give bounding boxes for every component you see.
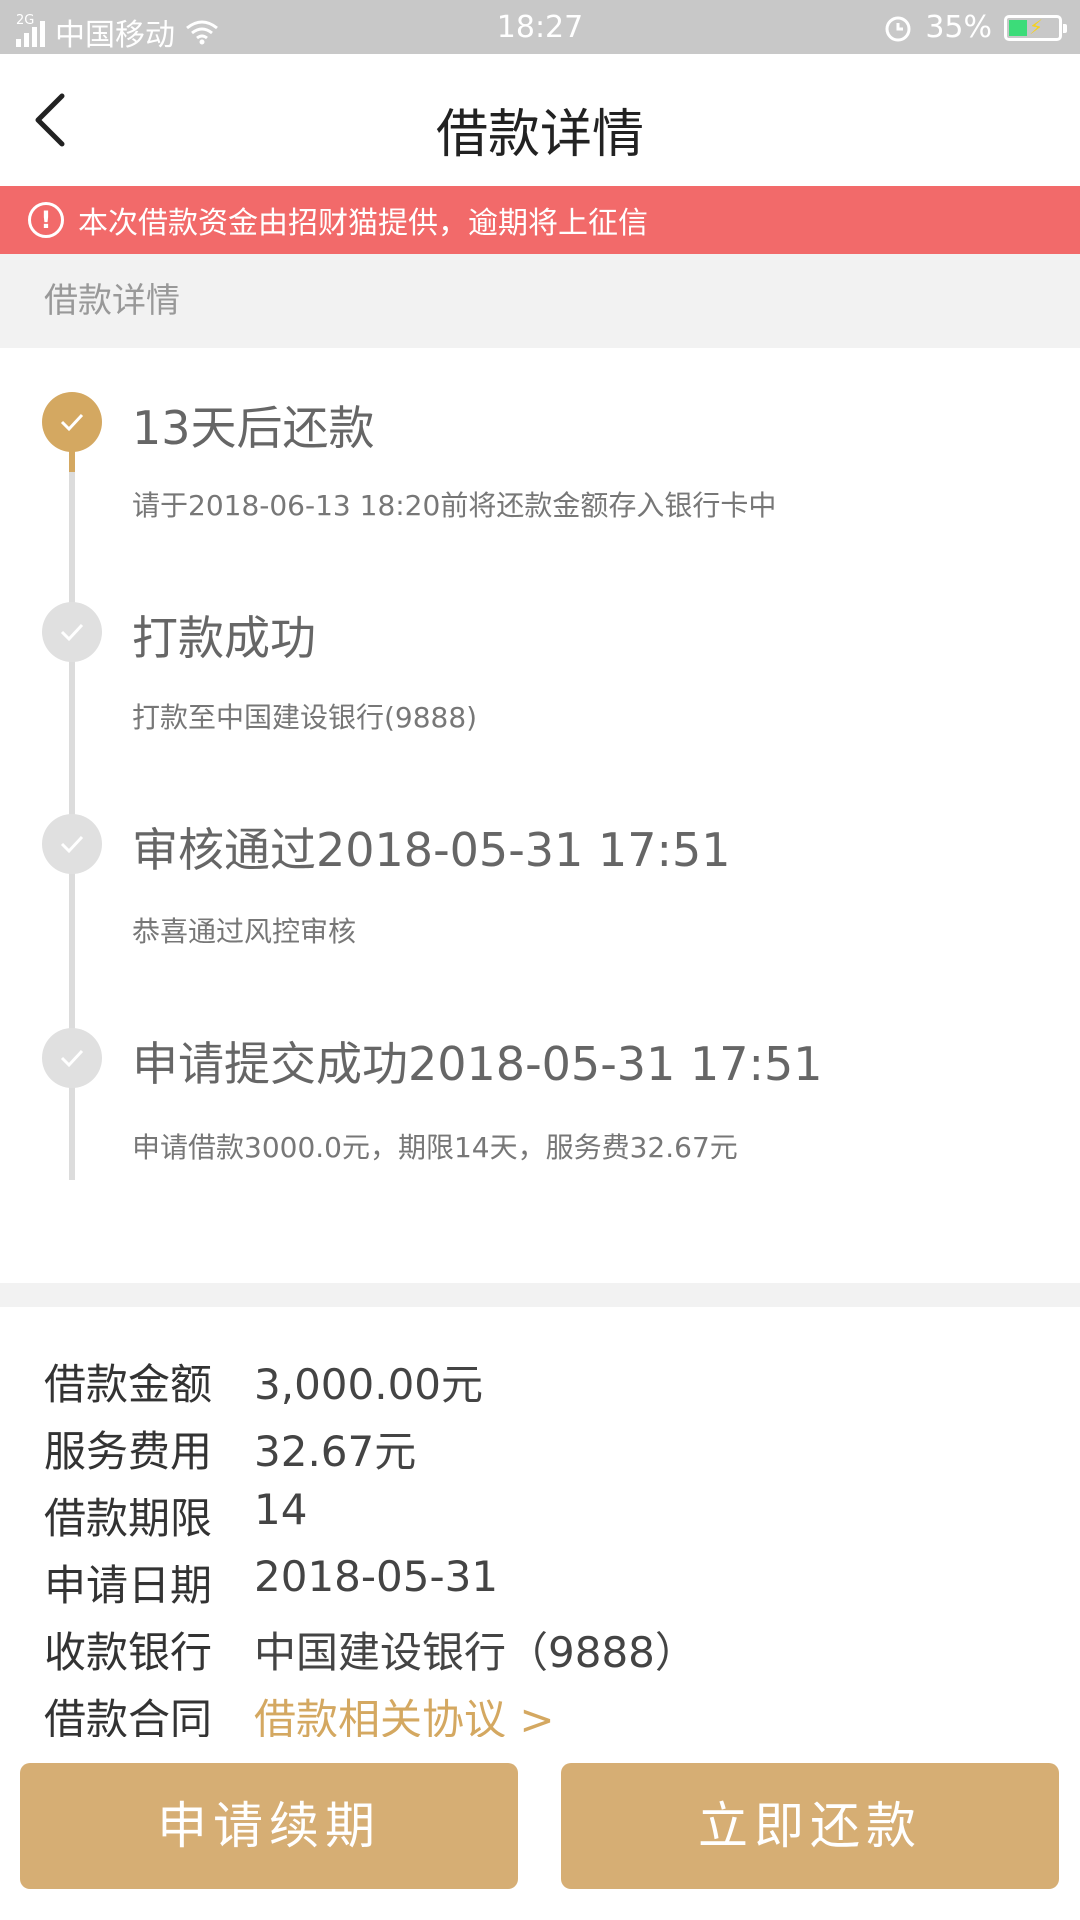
loan-info-list: 借款金额 3,000.00元 服务费用 32.67元 借款期限 14 申请日期 …: [0, 1307, 1080, 1737]
contract-link[interactable]: 借款相关协议 >: [254, 1686, 555, 1737]
timeline-step-2-check-icon: [42, 602, 102, 662]
timeline-step-4-check-icon: [42, 1028, 102, 1088]
section-divider: [0, 1283, 1080, 1307]
repay-now-button[interactable]: 立即还款: [561, 1763, 1059, 1889]
renew-loan-button[interactable]: 申请续期: [20, 1763, 518, 1889]
timeline-step-1-desc: 请于2018-06-13 18:20前将还款金额存入银行卡中: [132, 489, 777, 522]
info-row-bank: 收款银行 中国建设银行（9888）: [44, 1619, 697, 1680]
charging-icon: ⚡: [1029, 14, 1044, 39]
info-label: 收款银行: [44, 1628, 213, 1677]
warning-icon: !: [28, 202, 64, 238]
notice-text: 本次借款资金由招财猫提供，逾期将上征信: [78, 206, 648, 241]
status-bar: 2G 中国移动 18:27 35% ⚡: [0, 0, 1080, 54]
info-row-term: 借款期限 14: [44, 1485, 307, 1546]
timeline-step-2-desc: 打款至中国建设银行(9888): [132, 701, 478, 734]
battery-fill: [1009, 19, 1027, 36]
timeline-step-3-desc: 恭喜通过风控审核: [132, 915, 357, 948]
timeline-step-2-title: 打款成功: [132, 611, 316, 665]
battery-percent: 35%: [925, 10, 992, 45]
info-label: 借款金额: [44, 1360, 213, 1409]
info-label: 借款合同: [44, 1695, 213, 1737]
loan-progress-timeline: 13天后还款 请于2018-06-13 18:20前将还款金额存入银行卡中 打款…: [0, 348, 1080, 1280]
timeline-step-3-title: 审核通过2018-05-31 17:51: [132, 823, 731, 877]
info-value: 32.67元: [254, 1427, 417, 1476]
battery-icon: ⚡: [1004, 14, 1067, 41]
section-title: 借款详情: [0, 254, 1080, 348]
info-label: 服务费用: [44, 1427, 213, 1476]
page-title: 借款详情: [435, 105, 644, 165]
info-row-service-fee: 服务费用 32.67元: [44, 1418, 416, 1479]
timeline-step-3-check-icon: [42, 814, 102, 874]
timeline-step-4-desc: 申请借款3000.0元，期限14天，服务费32.67元: [132, 1131, 738, 1164]
alarm-icon: [885, 16, 911, 41]
info-row-apply-date: 申请日期 2018-05-31: [44, 1552, 498, 1613]
credit-notice-banner: ! 本次借款资金由招财猫提供，逾期将上征信: [0, 186, 1080, 254]
app-header: 借款详情: [0, 54, 1080, 186]
timeline-step-1-title: 13天后还款: [132, 401, 375, 455]
status-right: 35% ⚡: [883, 10, 1067, 45]
info-value: 中国建设银行（9888）: [254, 1628, 697, 1677]
info-value: 2018-05-31: [254, 1552, 499, 1601]
info-label: 申请日期: [44, 1561, 213, 1610]
info-row-contract: 借款合同 借款相关协议 >: [44, 1686, 555, 1737]
timeline-step-4-title: 申请提交成功2018-05-31 17:51: [132, 1037, 823, 1091]
info-value: 3,000.00元: [254, 1360, 484, 1409]
info-row-amount: 借款金额 3,000.00元: [44, 1351, 483, 1412]
info-label: 借款期限: [44, 1494, 213, 1543]
timeline-step-1-check-icon: [42, 392, 102, 452]
info-value: 14: [254, 1485, 308, 1534]
